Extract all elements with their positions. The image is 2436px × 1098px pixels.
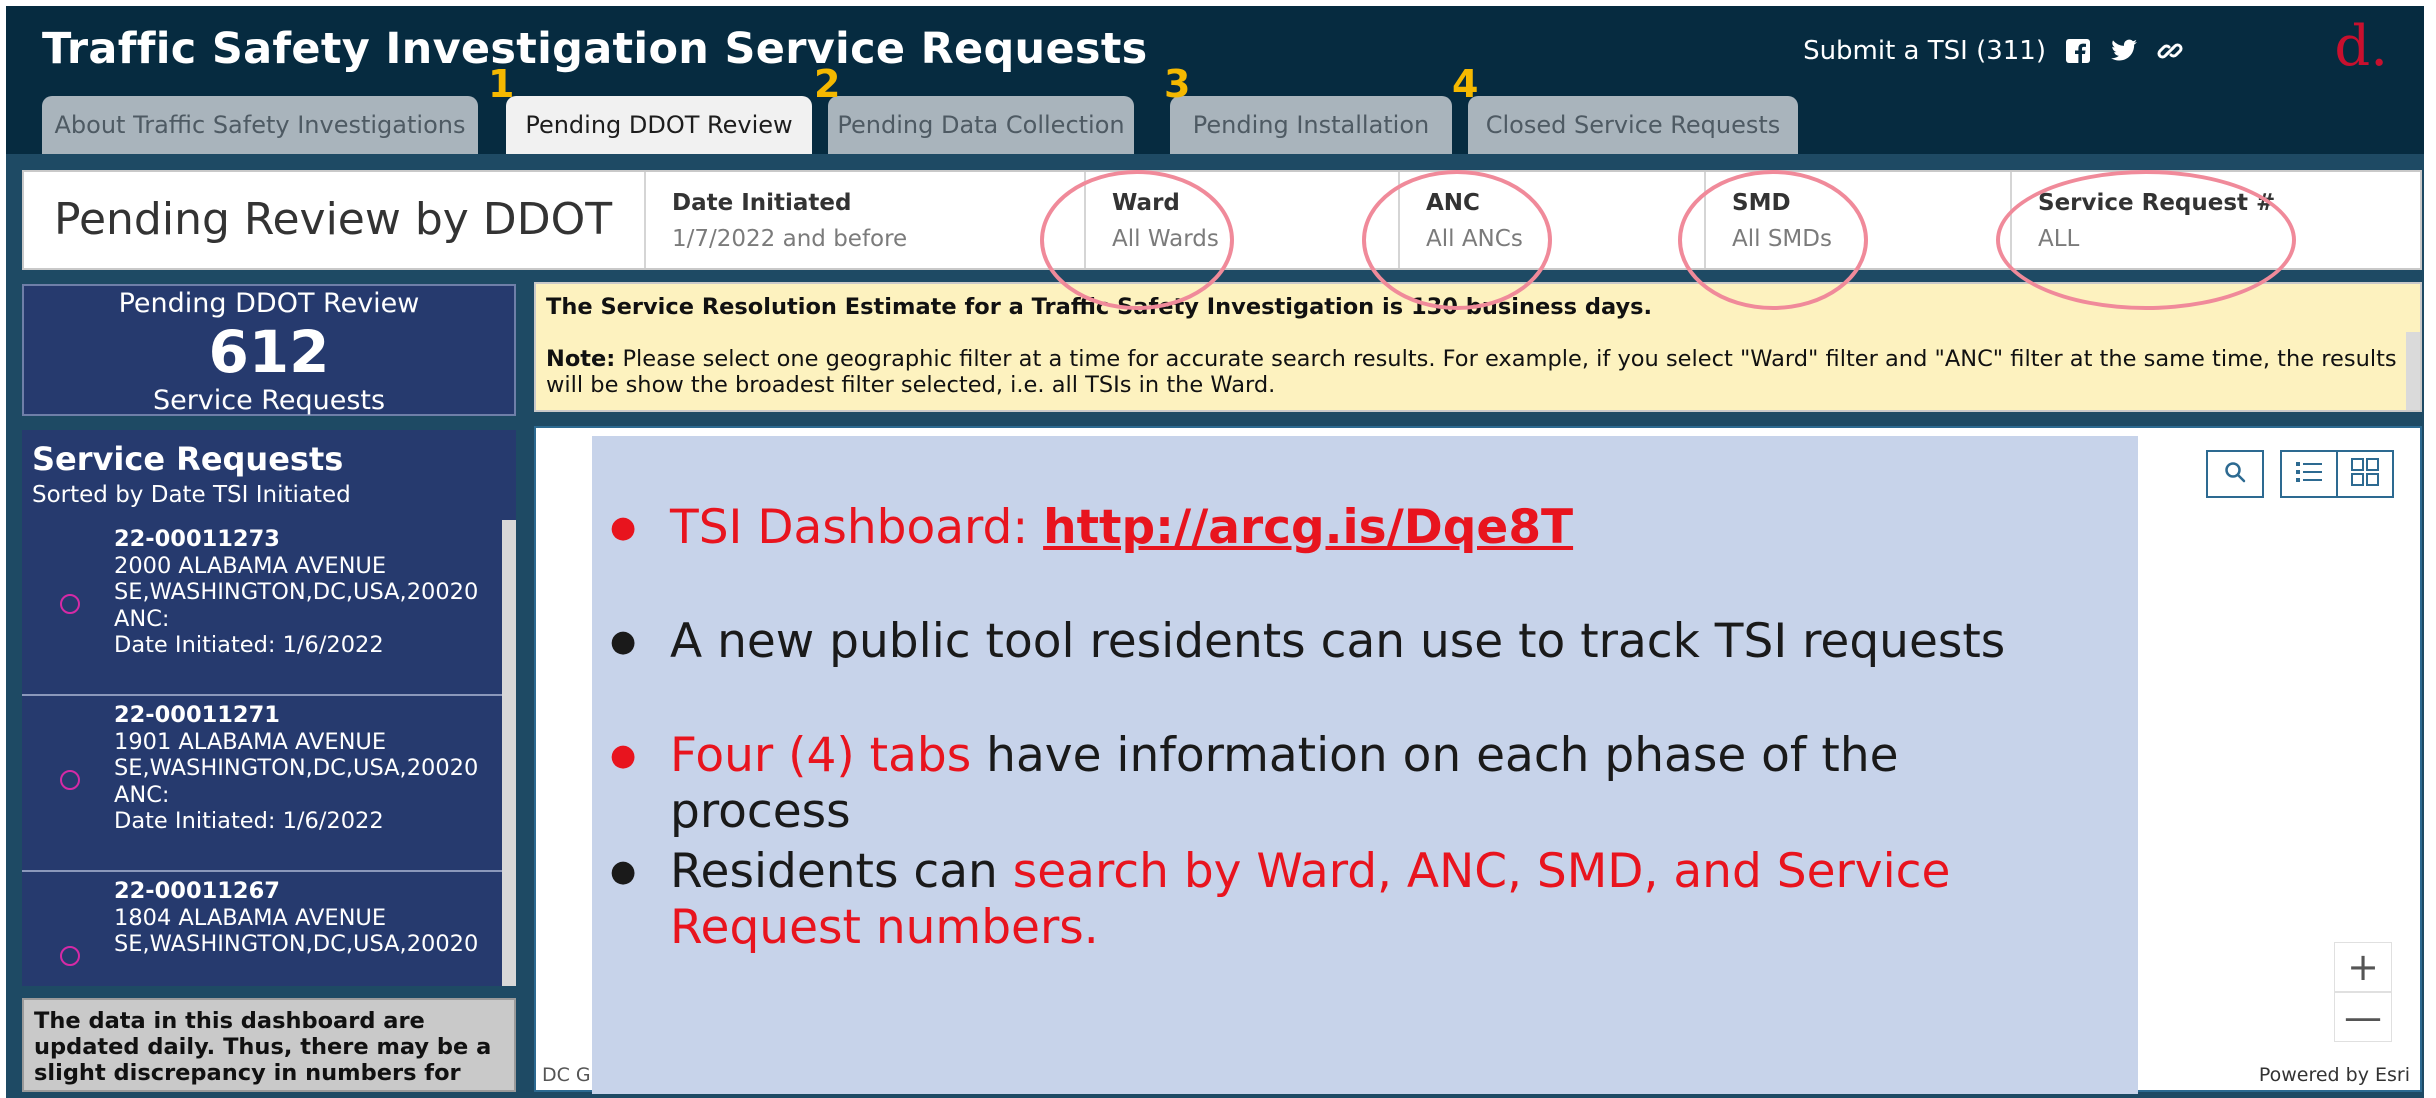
list-item[interactable]: 22-00011273 2000 ALABAMA AVENUE SE,WASHI… <box>22 520 502 696</box>
grid-view-button[interactable] <box>2336 450 2394 498</box>
bullet-text: TSI Dashboard: http://arcg.is/Dqe8T <box>670 500 2090 556</box>
pending-count-box: Pending DDOT Review 612 Service Requests <box>22 284 516 416</box>
list-item-text: 22-00011273 2000 ALABAMA AVENUE SE,WASHI… <box>114 526 500 659</box>
search-button[interactable] <box>2206 450 2264 498</box>
radio-icon[interactable] <box>60 770 80 790</box>
filter-note: Note: Please select one geographic filte… <box>546 346 2410 398</box>
radio-icon[interactable] <box>60 946 80 966</box>
request-address: 2000 ALABAMA AVENUE SE,WASHINGTON,DC,USA… <box>114 552 479 606</box>
bullet-text: A new public tool residents can use to t… <box>670 614 2006 669</box>
list-item-text: 22-00011267 1804 ALABAMA AVENUE SE,WASHI… <box>114 878 500 958</box>
tab-pending-ddot-review[interactable]: Pending DDOT Review <box>506 96 812 154</box>
count-label: Pending DDOT Review <box>118 288 420 319</box>
bullet-dot: ● <box>610 738 637 773</box>
tab-about[interactable]: About Traffic Safety Investigations <box>42 96 478 154</box>
app-title: Traffic Safety Investigation Service Req… <box>42 24 1148 74</box>
list-item[interactable]: 22-00011267 1804 ALABAMA AVENUE SE,WASHI… <box>22 872 502 986</box>
submit-tsi-link[interactable]: Submit a TSI (311) <box>1803 36 2046 66</box>
tabs-highlight: Four (4) tabs <box>670 728 972 783</box>
filter-value: 1/7/2022 and before <box>672 226 908 252</box>
search-text: Residents can <box>670 844 1013 899</box>
request-anc: ANC: <box>114 605 170 632</box>
note-text: Please select one geographic filter at a… <box>546 346 2397 398</box>
bullet-dot: ● <box>610 624 637 659</box>
list-icon <box>2294 458 2324 490</box>
list-view-button[interactable] <box>2280 450 2338 498</box>
tab-pending-installation[interactable]: Pending Installation <box>1170 96 1452 154</box>
annotation-circle-ward <box>1040 170 1234 310</box>
radio-icon[interactable] <box>60 594 80 614</box>
request-date: Date Initiated: 1/6/2022 <box>114 632 384 658</box>
list-subtitle: Sorted by Date TSI Initiated <box>32 482 351 508</box>
map-panel[interactable]: ● TSI Dashboard: http://arcg.is/Dqe8T ● … <box>534 426 2422 1094</box>
list-item-text: 22-00011271 1901 ALABAMA AVENUE SE,WASHI… <box>114 702 500 835</box>
list-title: Service Requests <box>32 440 344 478</box>
request-address: 1804 ALABAMA AVENUE SE,WASHINGTON,DC,USA… <box>114 904 479 958</box>
service-request-list: Service Requests Sorted by Date TSI Init… <box>22 430 516 986</box>
bullet-dot: ● <box>610 510 637 545</box>
dashboard-link[interactable]: http://arcg.is/Dqe8T <box>1043 500 1573 555</box>
tab-number-1: 1 <box>488 62 515 106</box>
request-id: 22-00011273 <box>114 526 280 552</box>
bullet-text: Four (4) tabs have information on each p… <box>670 728 2090 840</box>
count-unit: Service Requests <box>152 385 386 416</box>
tab-number-3: 3 <box>1164 62 1191 106</box>
list-item[interactable]: 22-00011271 1901 ALABAMA AVENUE SE,WASHI… <box>22 696 502 872</box>
search-icon <box>2223 460 2247 488</box>
request-id: 22-00011271 <box>114 702 280 728</box>
tab-number-2: 2 <box>814 62 841 106</box>
tab-closed-service-requests[interactable]: Closed Service Requests <box>1468 96 1798 154</box>
count-value: 612 <box>208 318 330 386</box>
facebook-icon[interactable] <box>2064 37 2092 65</box>
annotation-circle-anc <box>1362 170 1552 310</box>
request-date: Date Initiated: 1/6/2022 <box>114 808 384 834</box>
list-items: 22-00011273 2000 ALABAMA AVENUE SE,WASHI… <box>22 520 502 986</box>
request-anc: ANC: <box>114 781 170 808</box>
bullet-dot: ● <box>610 854 637 889</box>
request-address: 1901 ALABAMA AVENUE SE,WASHINGTON,DC,USA… <box>114 728 479 782</box>
zoom-out-button[interactable]: — <box>2334 992 2392 1042</box>
twitter-icon[interactable] <box>2110 37 2138 65</box>
zoom-in-button[interactable]: + <box>2334 942 2392 992</box>
esri-credit[interactable]: Powered by Esri <box>2259 1064 2410 1086</box>
annotation-circle-smd <box>1678 170 1868 310</box>
tab-number-4: 4 <box>1452 62 1479 106</box>
dashboard-label: TSI Dashboard: <box>670 500 1044 555</box>
data-disclaimer: The data in this dashboard are updated d… <box>22 998 516 1092</box>
request-id: 22-00011267 <box>114 878 280 904</box>
link-icon[interactable] <box>2156 37 2184 65</box>
header-actions: Submit a TSI (311) <box>1803 36 2184 66</box>
bullet-text: Residents can search by Ward, ANC, SMD, … <box>670 844 2090 956</box>
filter-label: Date Initiated <box>672 190 852 216</box>
note-label: Note: <box>546 346 616 372</box>
tab-pending-data-collection[interactable]: Pending Data Collection <box>828 96 1134 154</box>
list-scrollbar[interactable] <box>502 520 516 986</box>
notice-scrollbar[interactable] <box>2406 332 2420 410</box>
grid-icon <box>2350 457 2380 491</box>
ddot-logo: d. <box>2334 14 2388 79</box>
filter-bar-title: Pending Review by DDOT <box>54 194 613 245</box>
map-attribution: DC G <box>542 1064 591 1086</box>
filter-date-initiated[interactable]: Date Initiated 1/7/2022 and before <box>644 172 1082 268</box>
annotation-circle-service-request <box>1996 170 2296 310</box>
slide-overlay: ● TSI Dashboard: http://arcg.is/Dqe8T ● … <box>592 436 2138 1094</box>
